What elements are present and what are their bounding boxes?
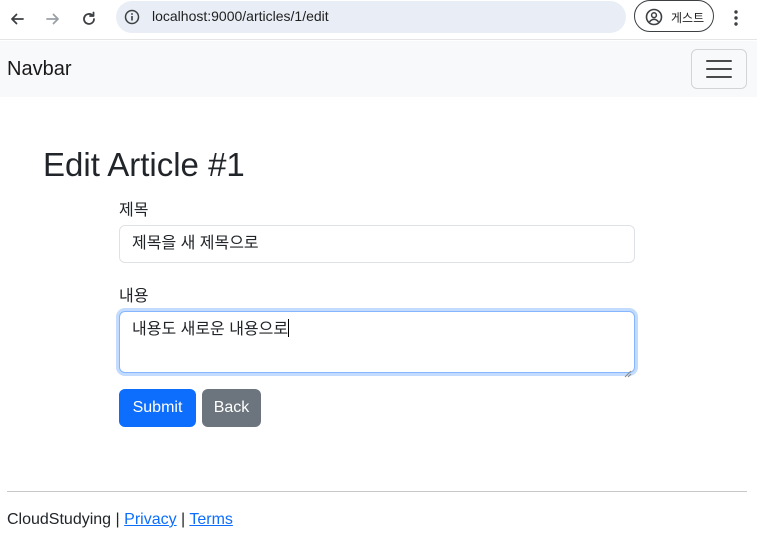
privacy-link[interactable]: Privacy (124, 511, 176, 528)
footer-divider (7, 491, 747, 492)
footer-separator: | (115, 511, 120, 528)
submit-button[interactable]: Submit (119, 389, 196, 427)
footer: CloudStudying | Privacy | Terms (7, 511, 233, 529)
forward-arrow-icon[interactable] (42, 8, 64, 30)
content-text: 내용도 새로운 내용으로 (132, 321, 289, 338)
navbar-toggler-button[interactable] (691, 49, 747, 89)
page-title: Edit Article #1 (43, 146, 245, 183)
terms-link[interactable]: Terms (189, 511, 233, 528)
back-arrow-icon[interactable] (6, 8, 28, 30)
resize-grip-icon[interactable] (624, 362, 632, 378)
browser-toolbar: localhost:9000/articles/1/edit 게스트 (0, 0, 757, 40)
title-label: 제목 (119, 202, 149, 219)
hamburger-icon (706, 59, 732, 79)
navbar: Navbar (0, 41, 757, 97)
url-text: localhost:9000/articles/1/edit (152, 8, 329, 24)
back-button[interactable]: Back (202, 389, 261, 427)
address-bar[interactable]: localhost:9000/articles/1/edit (116, 1, 626, 33)
navbar-brand[interactable]: Navbar (7, 58, 71, 81)
reload-icon[interactable] (78, 8, 100, 30)
title-input[interactable]: 제목을 새 제목으로 (119, 225, 635, 263)
footer-separator: | (181, 511, 186, 528)
site-info-icon[interactable] (124, 9, 140, 25)
content-label: 내용 (119, 288, 149, 305)
footer-site-name: CloudStudying (7, 511, 112, 528)
content-textarea[interactable]: 내용도 새로운 내용으로 (119, 311, 635, 378)
text-caret (288, 319, 290, 337)
profile-button[interactable]: 게스트 (634, 0, 714, 32)
account-circle-icon (645, 8, 663, 26)
more-vert-icon[interactable] (726, 8, 746, 28)
profile-label: 게스트 (671, 11, 705, 25)
